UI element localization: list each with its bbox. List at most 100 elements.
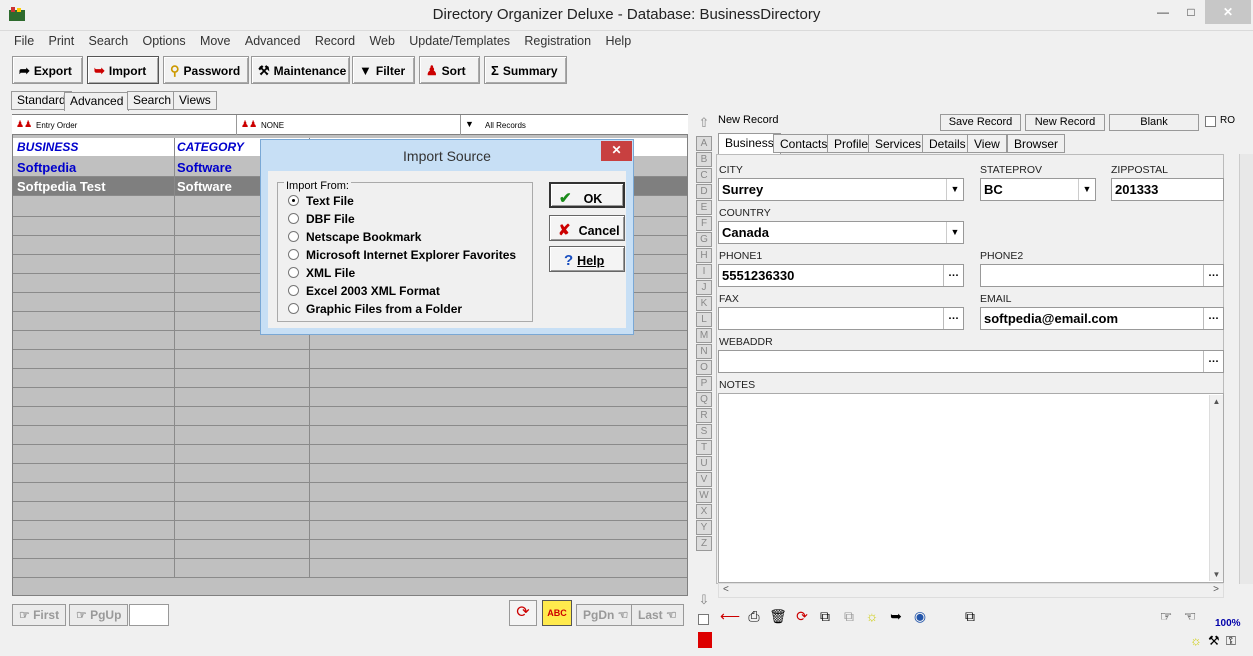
menu-options[interactable]: Options — [143, 31, 186, 48]
alpha-button-j[interactable]: J — [696, 280, 712, 295]
chevron-up-icon[interactable]: ▲ — [1210, 397, 1223, 406]
form-scrollbar[interactable] — [1239, 154, 1253, 584]
lightbulb-icon[interactable]: ☼ — [862, 606, 882, 626]
scroll-down-arrow-icon[interactable]: ⇩ — [695, 592, 713, 610]
maximize-button[interactable]: □ — [1174, 0, 1208, 24]
globe-icon[interactable]: ◉ — [910, 606, 930, 626]
chevron-down-icon[interactable]: ▼ — [946, 222, 963, 243]
alpha-button-b[interactable]: B — [696, 152, 712, 167]
last-button[interactable]: Last ☜ — [631, 604, 684, 626]
tab-contacts[interactable]: Contacts — [773, 134, 835, 153]
more-icon[interactable]: … — [1203, 265, 1223, 286]
sort-button[interactable]: ♟ Sort — [419, 56, 480, 84]
tab-view[interactable]: View — [967, 134, 1007, 153]
radio-graphic-files[interactable]: Graphic Files from a Folder — [288, 302, 462, 316]
save-record-button[interactable]: Save Record — [940, 114, 1021, 131]
refresh-icon[interactable]: ⟳ — [509, 600, 537, 626]
alpha-button-i[interactable]: I — [696, 264, 712, 279]
trash-icon[interactable]: 🗑 — [768, 606, 788, 626]
summary-button[interactable]: Σ Summary — [484, 56, 567, 84]
jump-input[interactable] — [129, 604, 169, 626]
alpha-button-a[interactable]: A — [696, 136, 712, 151]
menu-print[interactable]: Print — [49, 31, 75, 48]
filter-button[interactable]: ▼ Filter — [352, 56, 415, 84]
more-icon[interactable]: … — [943, 265, 963, 286]
new-record-button[interactable]: New Record — [1025, 114, 1105, 131]
copy-record-icon[interactable]: ⧉ — [815, 606, 835, 626]
help-button[interactable]: ? Help — [549, 246, 625, 272]
records-filter-selector[interactable]: All Records — [461, 115, 688, 135]
alpha-button-o[interactable]: O — [696, 360, 712, 375]
tab-browser[interactable]: Browser — [1007, 134, 1066, 153]
alpha-button-d[interactable]: D — [696, 184, 712, 199]
menu-file[interactable]: File — [14, 31, 34, 48]
menu-search[interactable]: Search — [89, 31, 129, 48]
chevron-left-icon[interactable]: < — [723, 584, 729, 595]
column-header-category[interactable]: CATEGORY — [177, 140, 244, 154]
webaddr-field[interactable]: … — [718, 350, 1224, 373]
notes-hscrollbar[interactable]: < > — [718, 583, 1224, 598]
alpha-button-f[interactable]: F — [696, 216, 712, 231]
abc-index-icon[interactable]: ABC — [542, 600, 572, 626]
zip-field[interactable]: 201333 — [1111, 178, 1224, 201]
tab-business[interactable]: Business — [718, 133, 781, 154]
alpha-button-k[interactable]: K — [696, 296, 712, 311]
alpha-button-s[interactable]: S — [696, 424, 712, 439]
alpha-button-y[interactable]: Y — [696, 520, 712, 535]
index-checkbox[interactable] — [698, 614, 709, 625]
alpha-button-z[interactable]: Z — [696, 536, 712, 551]
menu-update-templates[interactable]: Update/Templates — [409, 31, 510, 48]
ok-button[interactable]: ✔ OK — [549, 182, 625, 208]
cancel-button[interactable]: ✘ Cancel — [549, 215, 625, 241]
menu-move[interactable]: Move — [200, 31, 231, 48]
password-button[interactable]: ⚲ Password — [163, 56, 249, 84]
export-record-icon[interactable]: ⧉ — [960, 606, 980, 626]
blank-button[interactable]: Blank — [1109, 114, 1199, 131]
print-icon[interactable]: ⎙ — [744, 606, 764, 626]
back-arrow-icon[interactable]: ⟵ — [720, 606, 740, 626]
city-select[interactable]: Surrey ▼ — [718, 178, 964, 201]
radio-xml-file[interactable]: XML File — [288, 266, 355, 280]
tab-search[interactable]: Search — [127, 91, 178, 110]
state-select[interactable]: BC ▼ — [980, 178, 1096, 201]
radio-text-file[interactable]: Text File — [288, 194, 354, 208]
next-hand-icon[interactable]: ☜ — [1180, 606, 1200, 626]
menu-registration[interactable]: Registration — [524, 31, 591, 48]
readonly-checkbox[interactable] — [1205, 116, 1216, 127]
tab-standard[interactable]: Standard — [11, 91, 72, 110]
tab-views[interactable]: Views — [173, 91, 217, 110]
alpha-button-r[interactable]: R — [696, 408, 712, 423]
alpha-button-l[interactable]: L — [696, 312, 712, 327]
alpha-button-g[interactable]: G — [696, 232, 712, 247]
email-field[interactable]: softpedia@email.com… — [980, 307, 1224, 330]
chevron-down-icon[interactable]: ▼ — [946, 179, 963, 200]
alpha-button-u[interactable]: U — [696, 456, 712, 471]
pgup-button[interactable]: ☞ PgUp — [69, 604, 129, 626]
notes-scrollbar[interactable]: ▲ ▼ — [1209, 395, 1223, 581]
import-record-icon[interactable]: ➥ — [886, 606, 906, 626]
radio-excel-xml[interactable]: Excel 2003 XML Format — [288, 284, 440, 298]
prev-hand-icon[interactable]: ☞ — [1156, 606, 1176, 626]
scroll-up-arrow-icon[interactable]: ⇧ — [695, 115, 713, 133]
import-button[interactable]: ➥ Import — [87, 56, 159, 84]
fax-field[interactable]: … — [718, 307, 964, 330]
alpha-button-e[interactable]: E — [696, 200, 712, 215]
chevron-down-icon[interactable]: ▼ — [1210, 570, 1223, 579]
alpha-button-c[interactable]: C — [696, 168, 712, 183]
refresh-icon[interactable]: ⟳ — [792, 606, 812, 626]
menu-advanced[interactable]: Advanced — [245, 31, 301, 48]
dialog-close-button[interactable]: ✕ — [601, 141, 632, 161]
country-select[interactable]: Canada ▼ — [718, 221, 964, 244]
menu-record[interactable]: Record — [315, 31, 355, 48]
menu-web[interactable]: Web — [369, 31, 394, 48]
more-icon[interactable]: … — [1203, 308, 1223, 329]
maintenance-button[interactable]: ⚒ Maintenance — [251, 56, 350, 84]
alpha-button-n[interactable]: N — [696, 344, 712, 359]
alpha-button-x[interactable]: X — [696, 504, 712, 519]
tab-advanced[interactable]: Advanced — [64, 92, 130, 111]
alpha-button-q[interactable]: Q — [696, 392, 712, 407]
chevron-down-icon[interactable]: ▼ — [1078, 179, 1095, 200]
more-icon[interactable]: … — [943, 308, 963, 329]
tab-details[interactable]: Details — [922, 134, 973, 153]
phone2-field[interactable]: … — [980, 264, 1224, 287]
